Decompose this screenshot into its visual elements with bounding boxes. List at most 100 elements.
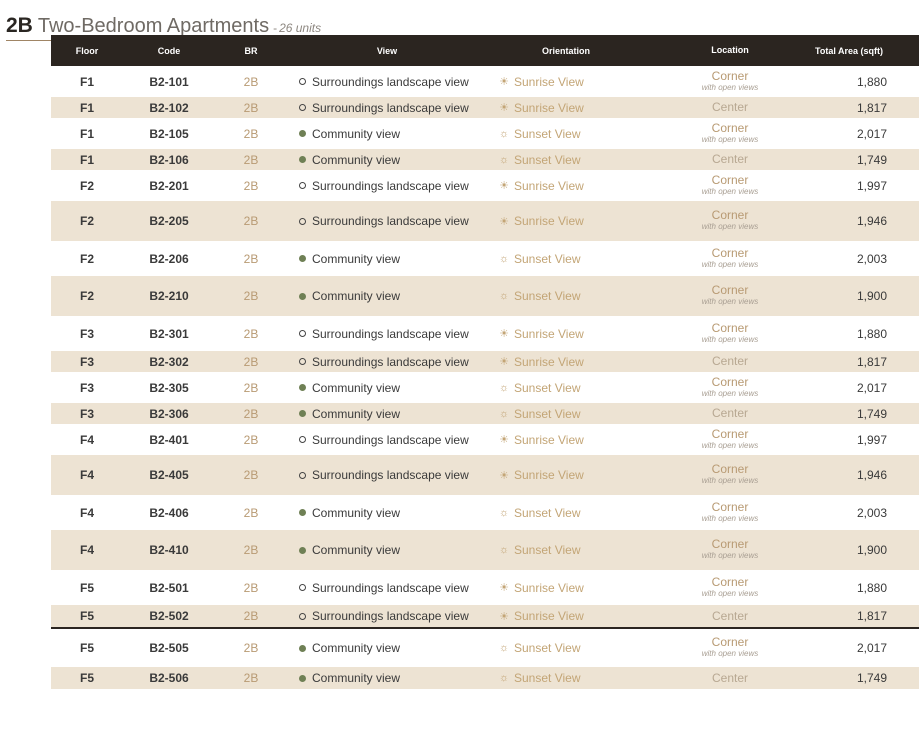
floor-cell: F3: [79, 326, 94, 341]
title-separator: -: [273, 21, 278, 35]
orientation-label: Sunrise View: [514, 178, 584, 193]
view-label: Surroundings landscape view: [312, 354, 469, 369]
view-cell: Surroundings landscape view: [287, 214, 487, 228]
bedroom-cell: 2B: [243, 178, 259, 193]
table-row: F4 B2-410 2B Community view ☼ Sunset View Corn…: [51, 530, 919, 570]
orientation-cell: ☼ Sunset View: [487, 407, 645, 421]
location-cell: Corner with open views: [645, 538, 815, 561]
unit-code-cell: B2-106: [149, 152, 189, 167]
table-row: F2 B2-206 2B Community view ☼ Sunset View Corn…: [51, 241, 919, 276]
unit-code-cell: B2-501: [149, 580, 189, 595]
bedroom-cell: 2B: [243, 641, 259, 655]
location-label: Corner: [711, 462, 749, 476]
location-sublabel: with open views: [701, 588, 759, 598]
filled-circle-icon: [299, 384, 306, 391]
bedroom-cell: 2B: [243, 100, 259, 115]
view-cell: Community view: [287, 506, 487, 520]
area-cell: 1,880: [856, 326, 887, 341]
hollow-circle-icon: [299, 78, 306, 85]
unit-code-cell: B2-302: [149, 354, 189, 369]
table-row: F1 B2-102 2B Surroundings landscape view ☀ Su…: [51, 97, 919, 118]
location-sublabel: with open views: [701, 297, 759, 306]
area-cell: 1,749: [856, 152, 887, 167]
table-row: F3 B2-302 2B Surroundings landscape view ☀ Su…: [51, 351, 919, 372]
location-cell: Corner with open views: [645, 320, 815, 345]
orientation-label: Sunrise View: [514, 609, 584, 623]
view-cell: Surroundings landscape view: [287, 355, 487, 369]
location-sublabel: with open views: [701, 259, 759, 269]
orientation-label: Sunrise View: [514, 74, 584, 89]
orientation-label: Sunrise View: [514, 214, 584, 228]
orientation-cell: ☼ Sunset View: [487, 671, 645, 685]
floor-cell: F2: [79, 178, 94, 193]
hollow-circle-icon: [299, 104, 306, 111]
location-cell: Center: [645, 672, 815, 684]
orientation-label: Sunrise View: [514, 580, 584, 595]
location-label: Corner: [711, 320, 749, 335]
sunrise-icon: ☀: [499, 610, 509, 623]
view-cell: Surroundings landscape view: [287, 468, 487, 482]
bedroom-cell: 2B: [243, 326, 259, 341]
unit-code-cell: B2-505: [149, 641, 189, 655]
sunset-icon: ☼: [499, 642, 510, 654]
view-cell: Community view: [287, 127, 487, 141]
area-cell: 1,997: [856, 178, 887, 193]
floor-cell: F1: [79, 152, 94, 167]
location-label: Corner: [711, 120, 749, 135]
location-cell: Corner with open views: [645, 576, 815, 599]
floor-cell: F4: [79, 432, 94, 447]
orientation-label: Sunrise View: [514, 432, 584, 447]
floor-cell: F3: [79, 380, 94, 395]
area-cell: 2,003: [856, 505, 887, 520]
table-row: F5 B2-506 2B Community view ☼ Sunset View Cent…: [51, 667, 919, 689]
location-sublabel: with open views: [701, 134, 759, 144]
sunrise-icon: ☀: [499, 356, 509, 368]
view-cell: Community view: [287, 289, 487, 303]
bedroom-cell: 2B: [243, 152, 259, 167]
area-cell: 2,003: [856, 251, 887, 266]
view-label: Community view: [312, 543, 401, 557]
area-cell: 1,997: [856, 432, 887, 447]
filled-circle-icon: [299, 546, 306, 554]
hollow-circle-icon: [299, 612, 306, 620]
filled-circle-icon: [299, 292, 306, 300]
table-row: F1 B2-105 2B Community view ☼ Sunset View Corn…: [51, 118, 919, 149]
bedroom-cell: 2B: [243, 468, 259, 482]
table-row: F5 B2-502 2B Surroundings landscape view ☀ Su…: [51, 605, 919, 627]
bedroom-cell: 2B: [243, 432, 259, 447]
area-cell: 1,880: [856, 580, 887, 595]
location-cell: Corner with open views: [645, 174, 815, 197]
view-label: Surroundings landscape view: [312, 609, 469, 623]
view-label: Surroundings landscape view: [312, 432, 469, 447]
orientation-label: Sunrise View: [514, 326, 584, 341]
sunset-icon: ☼: [499, 153, 510, 166]
location-label: Center: [711, 152, 749, 166]
location-sublabel: with open views: [701, 222, 759, 231]
location-label: Corner: [711, 635, 749, 649]
orientation-label: Sunset View: [514, 152, 581, 167]
orientation-cell: ☼ Sunset View: [487, 252, 645, 266]
view-cell: Community view: [287, 381, 487, 395]
hollow-circle-icon: [299, 182, 306, 189]
view-cell: Surroundings landscape view: [287, 581, 487, 595]
view-label: Community view: [312, 505, 401, 520]
view-cell: Surroundings landscape view: [287, 101, 487, 115]
orientation-label: Sunset View: [514, 380, 581, 395]
view-label: Community view: [312, 671, 401, 685]
filled-circle-icon: [299, 130, 306, 137]
orientation-cell: ☀ Sunrise View: [487, 581, 645, 595]
area-cell: 1,817: [856, 354, 887, 369]
bedroom-cell: 2B: [243, 214, 259, 228]
area-cell: 2,017: [856, 641, 887, 655]
table-row: F2 B2-205 2B Surroundings landscape view ☀ Su…: [51, 201, 919, 241]
location-cell: Corner with open views: [645, 284, 815, 307]
table-row: F3 B2-305 2B Community view ☼ Sunset View Corn…: [51, 372, 919, 403]
sunrise-icon: ☀: [499, 180, 509, 192]
location-label: Center: [711, 100, 749, 114]
filled-circle-icon: [299, 509, 306, 516]
orientation-cell: ☀ Sunrise View: [487, 327, 645, 341]
floor-cell: F4: [79, 468, 94, 482]
view-label: Surroundings landscape view: [312, 74, 469, 89]
bedroom-cell: 2B: [243, 406, 259, 421]
area-cell: 2,017: [856, 380, 887, 395]
